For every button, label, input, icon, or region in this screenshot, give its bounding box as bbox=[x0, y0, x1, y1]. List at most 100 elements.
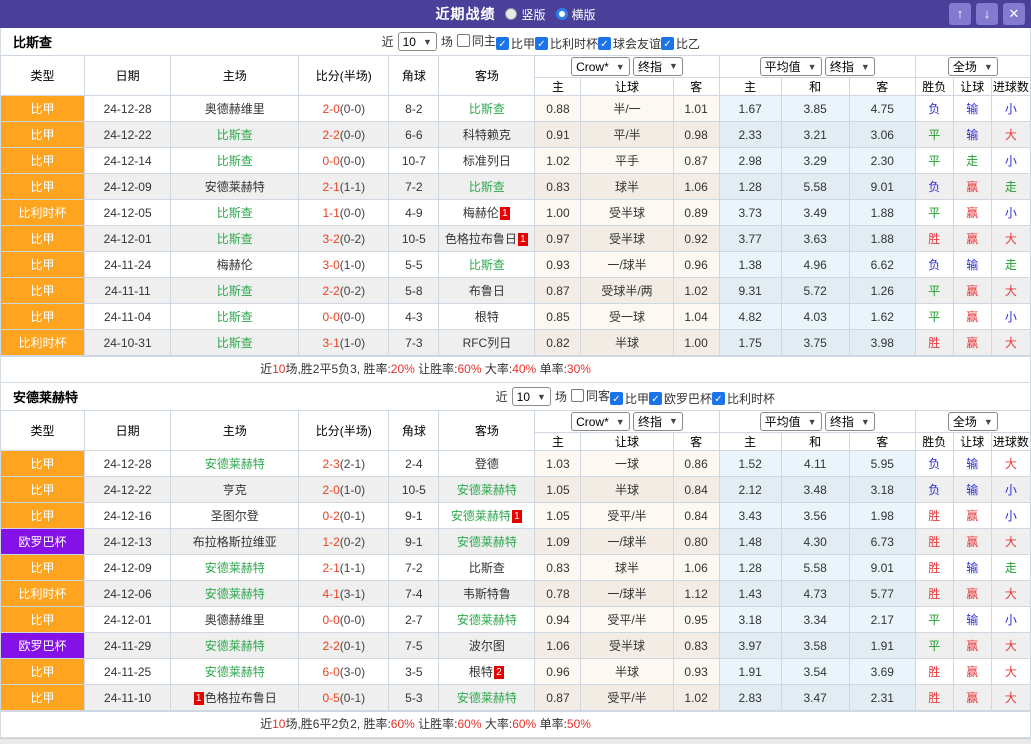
away-team[interactable]: 登德 bbox=[439, 451, 535, 477]
home-team[interactable]: 比斯查 bbox=[171, 148, 299, 174]
away-team[interactable]: 色格拉布鲁日1 bbox=[439, 226, 535, 252]
checkbox-unchecked-icon[interactable] bbox=[571, 389, 584, 402]
away-team[interactable]: 布鲁日 bbox=[439, 278, 535, 304]
radio-unselected-icon[interactable] bbox=[505, 8, 517, 20]
result-goals: 小 bbox=[991, 200, 1030, 226]
asia-away-odds: 0.98 bbox=[673, 122, 719, 148]
checkbox-checked-icon[interactable]: ✓ bbox=[496, 37, 509, 50]
away-team[interactable]: 根特 bbox=[439, 304, 535, 330]
euro-source-select[interactable]: 平均值▼ bbox=[760, 57, 822, 76]
checkbox-checked-icon[interactable]: ✓ bbox=[649, 392, 662, 405]
result-handicap: 赢 bbox=[953, 529, 991, 555]
home-team[interactable]: 奥德赫维里 bbox=[171, 607, 299, 633]
home-team[interactable]: 奥德赫维里 bbox=[171, 96, 299, 122]
score-cell: 0-5(0-1) bbox=[299, 685, 389, 711]
checkbox-checked-icon[interactable]: ✓ bbox=[712, 392, 725, 405]
away-team[interactable]: 波尔图 bbox=[439, 633, 535, 659]
date-cell: 24-12-05 bbox=[85, 200, 171, 226]
euro-draw-odds: 3.29 bbox=[781, 148, 849, 174]
home-team[interactable]: 安德莱赫特 bbox=[171, 633, 299, 659]
date-cell: 24-12-09 bbox=[85, 174, 171, 200]
away-team[interactable]: 安德莱赫特 bbox=[439, 607, 535, 633]
home-team[interactable]: 安德莱赫特 bbox=[171, 581, 299, 607]
away-team[interactable]: 安德莱赫特 bbox=[439, 529, 535, 555]
away-team[interactable]: 根特2 bbox=[439, 659, 535, 685]
league-checkbox[interactable]: ✓球会友谊 bbox=[598, 35, 661, 52]
score-cell: 2-1(1-1) bbox=[299, 174, 389, 200]
home-team[interactable]: 安德莱赫特 bbox=[171, 555, 299, 581]
date-cell: 24-12-01 bbox=[85, 607, 171, 633]
home-team[interactable]: 梅赫伦 bbox=[171, 252, 299, 278]
league-checkbox[interactable]: ✓比甲 bbox=[496, 35, 535, 52]
scope-select[interactable]: 全场▼ bbox=[948, 57, 998, 76]
euro-away-odds: 6.62 bbox=[849, 252, 915, 278]
match-row: 欧罗巴杯24-11-29安德莱赫特2-2(0-1)7-5波尔图1.06受半球0.… bbox=[1, 633, 1031, 659]
home-team[interactable]: 比斯查 bbox=[171, 122, 299, 148]
euro-source-select[interactable]: 平均值▼ bbox=[760, 412, 822, 431]
league-checkbox[interactable]: ✓比利时杯 bbox=[535, 35, 598, 52]
away-team[interactable]: 梅赫伦1 bbox=[439, 200, 535, 226]
col-asia-home: 主 bbox=[535, 433, 581, 451]
away-team[interactable]: 比斯查 bbox=[439, 96, 535, 122]
match-count-select[interactable]: 10▼ bbox=[398, 32, 437, 51]
away-team[interactable]: 安德莱赫特 bbox=[439, 685, 535, 711]
away-team[interactable]: 科特赖克 bbox=[439, 122, 535, 148]
home-team[interactable]: 安德莱赫特 bbox=[171, 659, 299, 685]
match-row: 比甲24-11-11比斯查2-2(0-2)5-8布鲁日0.87受球半/两1.02… bbox=[1, 278, 1031, 304]
asia-home-odds: 0.87 bbox=[535, 278, 581, 304]
move-up-button[interactable]: ↑ bbox=[949, 3, 971, 25]
asia-time-select[interactable]: 终指▼ bbox=[633, 412, 683, 431]
radio-selected-icon[interactable] bbox=[556, 8, 568, 20]
match-row: 比甲24-12-22亨克2-0(1-0)10-5安德莱赫特1.05半球0.842… bbox=[1, 477, 1031, 503]
result-handicap: 输 bbox=[953, 477, 991, 503]
home-team[interactable]: 比斯查 bbox=[171, 278, 299, 304]
asia-source-select[interactable]: Crow*▼ bbox=[571, 412, 630, 431]
home-team[interactable]: 安德莱赫特 bbox=[171, 451, 299, 477]
view-option-horizontal[interactable]: 横版 bbox=[556, 6, 596, 23]
asia-source-select[interactable]: Crow*▼ bbox=[571, 57, 630, 76]
league-checkbox[interactable]: ✓比乙 bbox=[661, 35, 700, 52]
checkbox-checked-icon[interactable]: ✓ bbox=[535, 37, 548, 50]
col-asia-handicap: 让球 bbox=[581, 433, 673, 451]
scope-select[interactable]: 全场▼ bbox=[948, 412, 998, 431]
checkbox-checked-icon[interactable]: ✓ bbox=[661, 37, 674, 50]
date-cell: 24-11-24 bbox=[85, 252, 171, 278]
away-team[interactable]: 韦斯特鲁 bbox=[439, 581, 535, 607]
euro-time-select[interactable]: 终指▼ bbox=[825, 57, 875, 76]
home-team[interactable]: 比斯查 bbox=[171, 304, 299, 330]
checkbox-checked-icon[interactable]: ✓ bbox=[598, 37, 611, 50]
away-team[interactable]: RFC列日 bbox=[439, 330, 535, 356]
home-team[interactable]: 圣图尔登 bbox=[171, 503, 299, 529]
same-venue-checkbox[interactable]: 同主 bbox=[457, 32, 496, 49]
home-team[interactable]: 比斯查 bbox=[171, 226, 299, 252]
league-checkbox[interactable]: ✓比利时杯 bbox=[712, 390, 775, 407]
home-team[interactable]: 亨克 bbox=[171, 477, 299, 503]
euro-time-select[interactable]: 终指▼ bbox=[825, 412, 875, 431]
away-team[interactable]: 安德莱赫特 bbox=[439, 477, 535, 503]
checkbox-unchecked-icon[interactable] bbox=[457, 34, 470, 47]
asia-handicap: 一/球半 bbox=[581, 581, 673, 607]
view-option-vertical[interactable]: 竖版 bbox=[505, 6, 545, 23]
league-checkbox[interactable]: ✓欧罗巴杯 bbox=[649, 390, 712, 407]
home-team[interactable]: 1色格拉布鲁日 bbox=[171, 685, 299, 711]
league-checkbox[interactable]: ✓比甲 bbox=[610, 390, 649, 407]
away-team[interactable]: 比斯查 bbox=[439, 174, 535, 200]
home-team[interactable]: 布拉格斯拉维亚 bbox=[171, 529, 299, 555]
move-down-button[interactable]: ↓ bbox=[976, 3, 998, 25]
away-team[interactable]: 标准列日 bbox=[439, 148, 535, 174]
away-team[interactable]: 比斯查 bbox=[439, 252, 535, 278]
close-button[interactable]: ✕ bbox=[1003, 3, 1025, 25]
match-count-select[interactable]: 10▼ bbox=[512, 387, 551, 406]
home-team[interactable]: 比斯查 bbox=[171, 200, 299, 226]
home-team[interactable]: 比斯查 bbox=[171, 330, 299, 356]
same-venue-checkbox[interactable]: 同客 bbox=[571, 387, 610, 404]
result-wdl: 平 bbox=[915, 607, 953, 633]
euro-home-odds: 1.38 bbox=[719, 252, 781, 278]
home-team[interactable]: 安德莱赫特 bbox=[171, 174, 299, 200]
asia-time-select[interactable]: 终指▼ bbox=[633, 57, 683, 76]
away-team[interactable]: 比斯查 bbox=[439, 555, 535, 581]
corner-cell: 9-1 bbox=[389, 529, 439, 555]
date-cell: 24-10-31 bbox=[85, 330, 171, 356]
checkbox-checked-icon[interactable]: ✓ bbox=[610, 392, 623, 405]
away-team[interactable]: 安德莱赫特1 bbox=[439, 503, 535, 529]
